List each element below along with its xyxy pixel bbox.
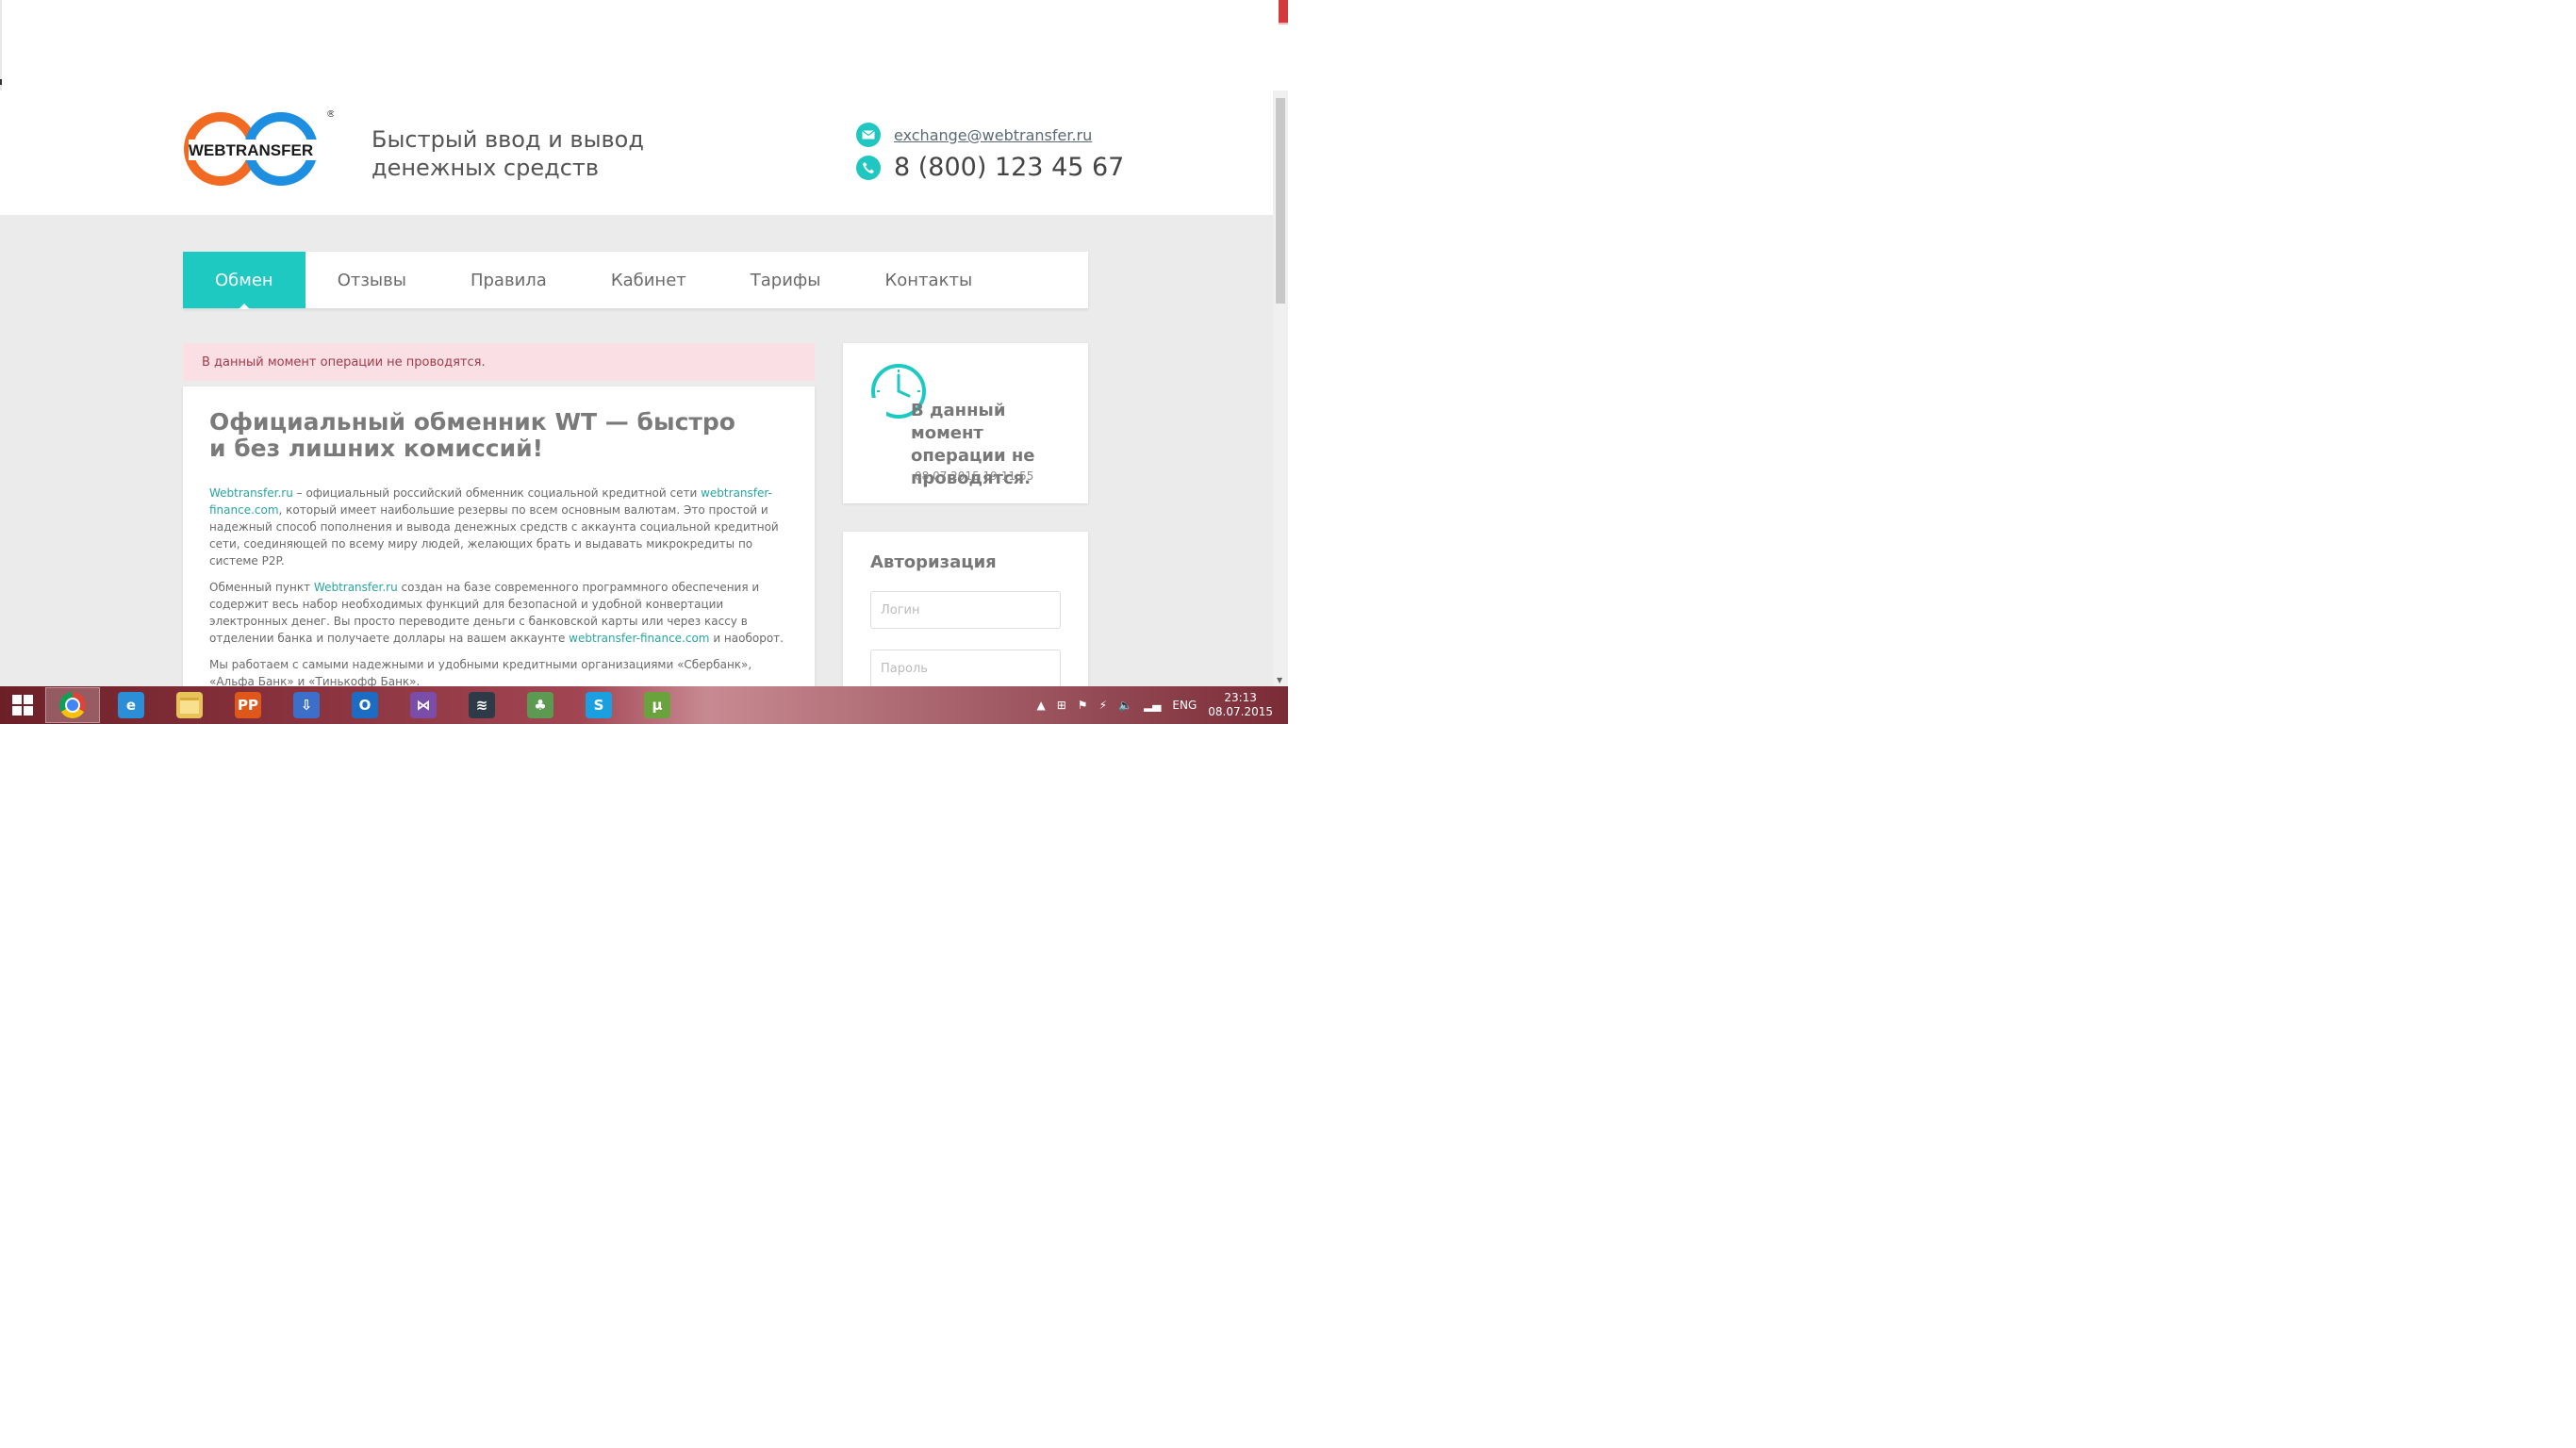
language-indicator[interactable]: ENG [1172, 699, 1197, 712]
taskbar-app-app-installer[interactable]: ⇩ [279, 687, 334, 723]
taskbar-app-visual-studio[interactable]: ⋈ [396, 687, 451, 723]
screen: WEBTRANSFER ® Быстрый ввод и вывод денеж… [0, 0, 1288, 724]
nav-tab-cabinet[interactable]: Кабинет [579, 252, 718, 308]
window-edge [0, 0, 2, 90]
contact-email: exchange@webtransfer.ru [856, 123, 1092, 147]
app-pp-icon: PP [235, 692, 261, 718]
volume-icon[interactable]: 🔈 [1118, 699, 1132, 712]
tray-windows-icon[interactable]: ⊞ [1057, 699, 1066, 712]
taskbar-app-internet-explorer[interactable]: e [104, 687, 158, 723]
paragraph-2-text-c: и наоборот. [709, 632, 784, 645]
taskbar-app-app-pp[interactable]: PP [221, 687, 275, 723]
paragraph-1: Webtransfer.ru – официальный российский … [209, 485, 788, 569]
paragraph-2-text-a: Обменный пункт [209, 581, 314, 594]
tagline-line-1: Быстрый ввод и вывод [372, 126, 644, 153]
tagline-line-2: денежных средств [372, 155, 600, 181]
network-app-icon: ≋ [469, 692, 495, 718]
taskbar-app-network-app[interactable]: ≋ [454, 687, 509, 723]
taskbar-clock[interactable]: 23:13 08.07.2015 [1208, 691, 1273, 719]
auth-card: Авторизация [843, 532, 1088, 686]
main-content-card: Официальный обменник WT — быстро и без л… [183, 387, 815, 686]
page-viewport: WEBTRANSFER ® Быстрый ввод и вывод денеж… [0, 90, 1273, 686]
file-explorer-icon [176, 692, 203, 718]
paragraph-1-text-b: , который имеет наибольшие резервы по вс… [209, 503, 779, 568]
power-icon[interactable]: ⚡ [1099, 699, 1107, 712]
site-header: WEBTRANSFER ® Быстрый ввод и вывод денеж… [0, 90, 1273, 215]
phone-number[interactable]: 8 (800) 123 45 67 [894, 153, 1124, 182]
chrome-icon [59, 692, 86, 718]
nav-tab-exchange[interactable]: Обмен [183, 252, 305, 309]
scrollbar-thumb[interactable] [1276, 98, 1285, 304]
tray-expand-icon[interactable]: ▲ [1037, 699, 1046, 712]
taskbar-app-app-people[interactable]: ♣ [513, 687, 568, 723]
taskbar-app-utorrent[interactable]: µ [630, 687, 685, 723]
status-timestamp: 08.07.2015 19:11:55 [915, 469, 1034, 483]
paragraph-2: Обменный пункт Webtransfer.ru создан на … [209, 579, 788, 647]
app-people-icon: ♣ [527, 692, 553, 718]
nav-tab-contacts[interactable]: Контакты [853, 252, 1005, 308]
close-window-shadow [1279, 23, 1288, 25]
taskbar-app-outlook[interactable]: O [338, 687, 392, 723]
page-title: Официальный обменник WT — быстро и без л… [209, 408, 735, 462]
windows-logo-icon [12, 695, 33, 716]
webtransfer-finance-link-2[interactable]: webtransfer-finance.com [569, 632, 709, 645]
scroll-down-arrow-icon[interactable]: ▼ [1277, 676, 1282, 684]
visual-studio-icon: ⋈ [410, 692, 437, 718]
start-button[interactable] [0, 686, 45, 724]
operations-alert: В данный момент операции не проводятся. [183, 343, 815, 381]
password-input[interactable] [870, 650, 1061, 686]
contact-phone: 8 (800) 123 45 67 [856, 153, 1124, 182]
main-nav: Обмен Отзывы Правила Кабинет Тарифы Конт… [183, 252, 1088, 309]
vertical-scrollbar[interactable]: ▼ [1273, 90, 1288, 686]
svg-text:®: ® [326, 109, 334, 120]
status-card: В данный момент операции не проводятся. … [843, 343, 1088, 503]
paragraph-3: Мы работаем с самыми надежными и удобным… [209, 658, 752, 686]
phone-icon [856, 155, 881, 180]
email-link[interactable]: exchange@webtransfer.ru [894, 126, 1092, 144]
auth-title: Авторизация [870, 552, 997, 572]
close-window-button[interactable] [1279, 0, 1288, 23]
envelope-icon [856, 123, 881, 147]
webtransfer-ru-link[interactable]: Webtransfer.ru [209, 486, 293, 500]
webtransfer-logo[interactable]: WEBTRANSFER ® [183, 107, 334, 190]
cursor-mark [0, 79, 2, 85]
taskbar-apps: e PP ⇩ O ⋈ ≋ ♣ Sµ [45, 687, 688, 723]
nav-tab-tariffs[interactable]: Тарифы [718, 252, 853, 308]
clock-time: 23:13 [1224, 691, 1257, 704]
app-installer-icon: ⇩ [293, 692, 320, 718]
browser-window: WEBTRANSFER ® Быстрый ввод и вывод денеж… [0, 0, 1288, 686]
paragraph-1-text-a: – официальный российский обменник социал… [292, 486, 702, 500]
taskbar-app-file-explorer[interactable] [162, 687, 217, 723]
internet-explorer-icon: e [118, 692, 144, 718]
webtransfer-ru-link-2[interactable]: Webtransfer.ru [314, 581, 398, 594]
nav-tab-reviews[interactable]: Отзывы [305, 252, 438, 308]
system-tray: ▲ ⊞ ⚑ ⚡ 🔈 ▂▄ ENG 23:13 08.07.2015 [1037, 686, 1289, 724]
logo-text: WEBTRANSFER [189, 141, 313, 159]
nav-tab-rules[interactable]: Правила [438, 252, 579, 308]
login-input[interactable] [870, 591, 1061, 629]
skype-icon: S [586, 692, 612, 718]
windows-taskbar: e PP ⇩ O ⋈ ≋ ♣ Sµ ▲ ⊞ ⚑ ⚡ 🔈 ▂▄ ENG 23:13 08.07.… [0, 686, 1288, 724]
utorrent-icon: µ [644, 692, 670, 718]
clock-date: 08.07.2015 [1208, 705, 1273, 718]
action-center-flag-icon[interactable]: ⚑ [1078, 699, 1088, 712]
browser-top-area [0, 0, 1288, 90]
outlook-icon: O [352, 692, 378, 718]
network-signal-icon[interactable]: ▂▄ [1144, 699, 1161, 712]
taskbar-app-skype[interactable]: S [571, 687, 626, 723]
tagline: Быстрый ввод и вывод денежных средств [372, 125, 644, 182]
taskbar-app-chrome[interactable] [45, 687, 100, 723]
